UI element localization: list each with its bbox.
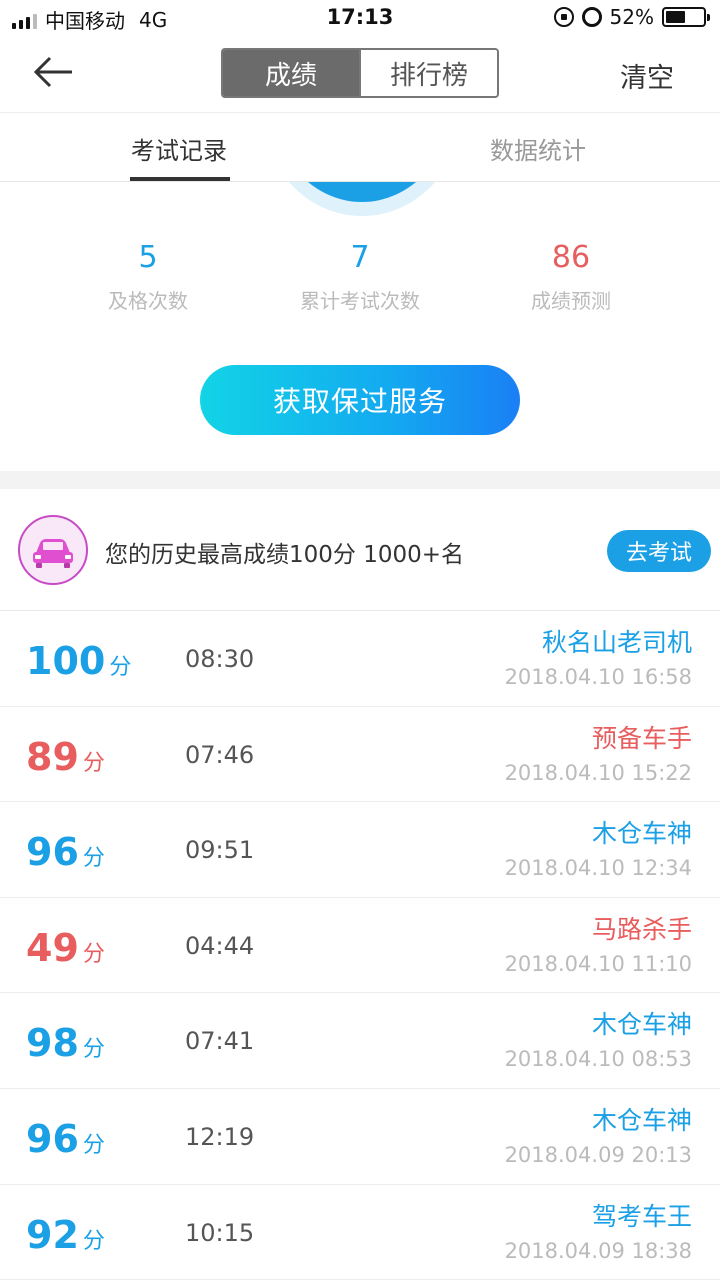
record-duration: 07:41 bbox=[185, 1027, 255, 1056]
exam-record-list: 100 分 08:30 秋名山老司机 2018.04.10 16:58 89 分 0… bbox=[0, 611, 720, 1280]
score-value: 100 bbox=[26, 639, 106, 683]
rotation-lock-icon bbox=[553, 7, 574, 27]
list-item[interactable]: 89 分 07:46 预备车手 2018.04.10 15:22 bbox=[0, 707, 720, 803]
back-button[interactable] bbox=[30, 52, 76, 92]
tab-indicator bbox=[130, 177, 230, 181]
record-score: 49 分 bbox=[26, 926, 105, 970]
status-right: 52% bbox=[553, 5, 710, 29]
record-duration: 10:15 bbox=[185, 1218, 255, 1247]
stat-value: 5 bbox=[138, 240, 158, 275]
record-title: 木仓车神 bbox=[591, 1010, 692, 1040]
record-duration: 04:44 bbox=[185, 931, 255, 960]
score-unit: 分 bbox=[82, 941, 105, 967]
score-unit: 分 bbox=[109, 655, 132, 680]
status-bar: 中国移动 4G 17:13 52% bbox=[0, 0, 720, 36]
record-score: 100 分 bbox=[26, 639, 131, 683]
record-score: 89 分 bbox=[26, 735, 105, 779]
record-title: 秋名山老司机 bbox=[541, 628, 692, 657]
record-date: 2018.04.10 11:10 bbox=[504, 951, 692, 976]
go-exam-button[interactable]: 去考试 bbox=[607, 530, 711, 572]
record-date: 2018.04.10 16:58 bbox=[504, 665, 692, 689]
record-date: 2018.04.10 12:34 bbox=[504, 856, 692, 881]
record-title: 马路杀手 bbox=[591, 914, 692, 944]
score-unit: 分 bbox=[82, 750, 105, 776]
list-item[interactable]: 96 分 12:19 木仓车神 2018.04.09 20:13 bbox=[0, 1089, 720, 1185]
list-item[interactable]: 49 分 04:44 马路杀手 2018.04.10 11:10 bbox=[0, 898, 720, 994]
list-item[interactable]: 92 分 10:15 驾考车王 2018.04.09 18:38 bbox=[0, 1185, 720, 1280]
record-title: 驾考车王 bbox=[591, 1201, 692, 1231]
car-icon bbox=[33, 539, 73, 568]
battery-percent: 52% bbox=[609, 5, 654, 29]
record-date: 2018.04.09 20:13 bbox=[504, 1142, 692, 1167]
score-value: 96 bbox=[26, 830, 79, 875]
tab-exam-records[interactable]: 考试记录 bbox=[131, 131, 227, 166]
tab-data-statistics[interactable]: 数据统计 bbox=[490, 131, 586, 166]
stat-label: 及格次数 bbox=[108, 289, 188, 313]
score-value: 89 bbox=[26, 734, 79, 779]
score-unit: 分 bbox=[82, 1132, 105, 1158]
record-title: 木仓车神 bbox=[591, 1105, 692, 1135]
stat-label: 累计考试次数 bbox=[300, 289, 420, 313]
score-value: 49 bbox=[26, 925, 79, 970]
get-pass-service-button[interactable]: 获取保过服务 bbox=[200, 365, 520, 435]
list-item[interactable]: 100 分 08:30 秋名山老司机 2018.04.10 16:58 bbox=[0, 611, 720, 707]
segment-control: 成绩 排行榜 bbox=[221, 48, 499, 98]
stat-value: 7 bbox=[350, 240, 370, 275]
stat-label: 成绩预测 bbox=[531, 289, 611, 313]
sub-tabs: 考试记录 数据统计 bbox=[0, 112, 720, 182]
record-date: 2018.04.09 18:38 bbox=[504, 1238, 692, 1263]
record-duration: 07:46 bbox=[185, 740, 255, 769]
record-duration: 12:19 bbox=[185, 1122, 255, 1151]
segment-scores[interactable]: 成绩 bbox=[223, 50, 359, 96]
stat-score-prediction: 86 成绩预测 bbox=[461, 240, 681, 314]
list-item[interactable]: 96 分 09:51 木仓车神 2018.04.10 12:34 bbox=[0, 802, 720, 898]
best-score-row: 您的历史最高成绩100分 1000+名 去考试 bbox=[0, 489, 720, 611]
stat-total-exams: 7 累计考试次数 bbox=[250, 240, 470, 314]
record-date: 2018.04.10 08:53 bbox=[504, 1047, 692, 1072]
score-value: 92 bbox=[26, 1212, 79, 1257]
section-divider bbox=[0, 471, 720, 489]
avatar bbox=[18, 515, 88, 585]
clear-button[interactable]: 清空 bbox=[620, 56, 674, 95]
score-gauge bbox=[0, 182, 720, 222]
record-duration: 08:30 bbox=[185, 645, 255, 673]
record-date: 2018.04.10 15:22 bbox=[504, 760, 692, 785]
record-score: 92 分 bbox=[26, 1213, 105, 1257]
list-item[interactable]: 98 分 07:41 木仓车神 2018.04.10 08:53 bbox=[0, 993, 720, 1089]
battery-icon bbox=[662, 7, 710, 27]
record-score: 98 分 bbox=[26, 1021, 105, 1065]
back-arrow-icon bbox=[33, 56, 72, 88]
score-unit: 分 bbox=[82, 846, 105, 872]
nav-bar: 成绩 排行榜 清空 bbox=[0, 36, 720, 112]
score-value: 98 bbox=[26, 1021, 79, 1066]
stat-value: 86 bbox=[551, 240, 591, 275]
score-unit: 分 bbox=[82, 1228, 105, 1254]
record-title: 预备车手 bbox=[591, 723, 692, 753]
alarm-icon bbox=[581, 7, 602, 27]
segment-leaderboard[interactable]: 排行榜 bbox=[359, 50, 497, 96]
record-score: 96 分 bbox=[26, 1117, 105, 1161]
record-score: 96 分 bbox=[26, 830, 105, 874]
record-title: 木仓车神 bbox=[591, 819, 692, 849]
stat-pass-count: 5 及格次数 bbox=[38, 240, 258, 314]
score-value: 96 bbox=[26, 1116, 79, 1161]
score-unit: 分 bbox=[82, 1037, 105, 1063]
best-score-text: 您的历史最高成绩100分 1000+名 bbox=[105, 542, 465, 568]
record-duration: 09:51 bbox=[185, 836, 255, 865]
